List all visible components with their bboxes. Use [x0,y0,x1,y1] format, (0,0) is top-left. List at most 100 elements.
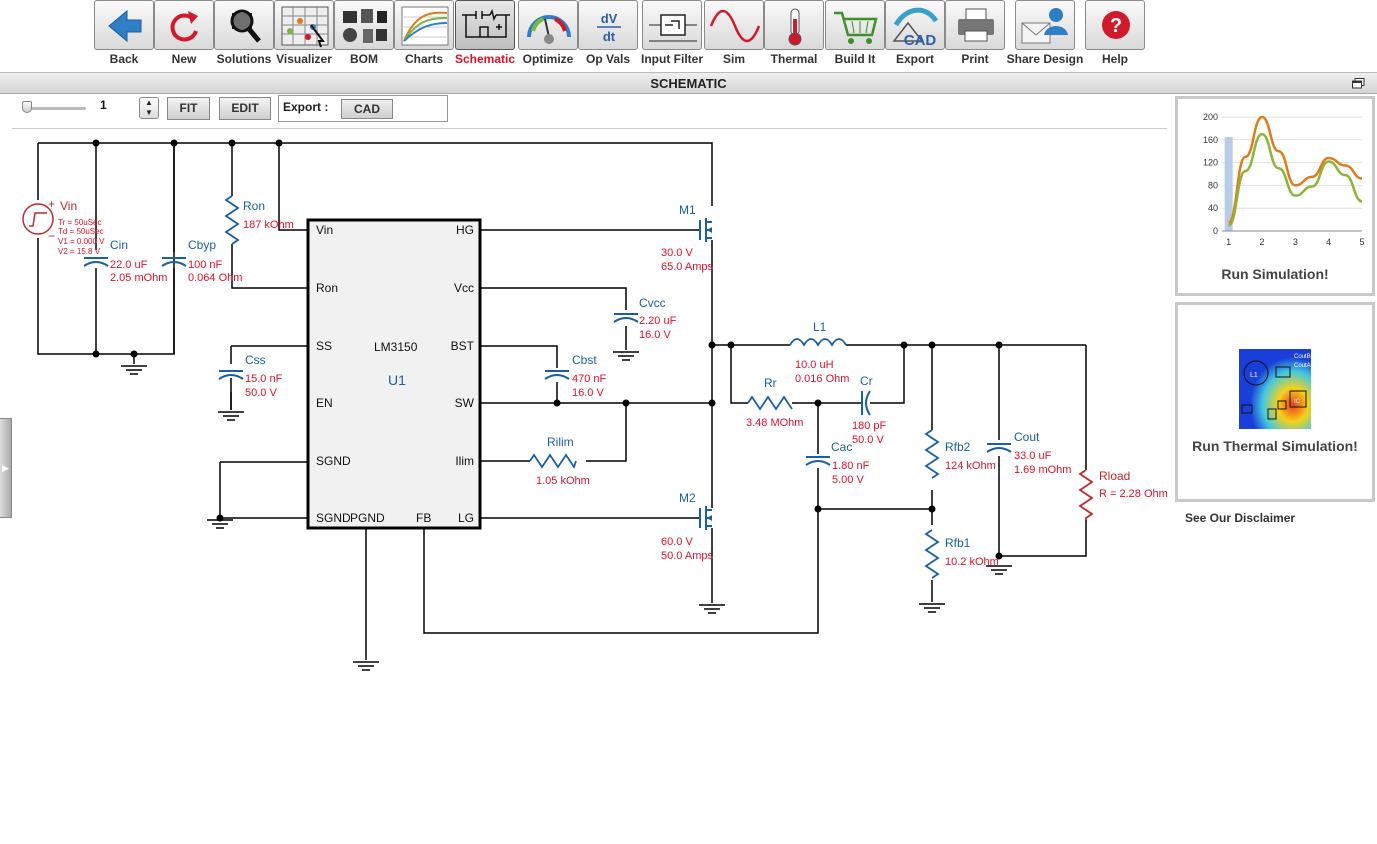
ground-icon [217,411,245,421]
ground-icon [120,365,148,375]
disclaimer-link[interactable]: See Our Disclaimer [1185,511,1295,525]
l1-value: 0.016 Ohm [795,373,849,385]
rload-resistor[interactable] [1078,469,1094,520]
schematic-controls: 1 ▲ ▼ FIT EDIT Export : CAD [0,94,1170,130]
run-thermal-title: Run Thermal Simulation! [1192,438,1358,454]
components-icon [343,9,387,43]
css-value: 50.0 V [245,387,277,399]
cbst-name: Cbst [572,353,597,367]
pin-sw: SW [455,396,475,410]
zoom-slider-thumb[interactable] [22,101,32,113]
pin-sgnd: SGND [316,454,351,468]
x-tick-label: 4 [1326,237,1331,247]
stepper-down-icon[interactable]: ▼ [140,108,158,118]
divider [12,128,1167,129]
schematic-icon [462,8,510,38]
pin-hg: HG [456,223,474,237]
rfb2-name: Rfb2 [945,440,971,454]
vin-param: Td = 50uSec [58,227,104,236]
ron-value: 187 kOhm [243,219,294,231]
pin-lg: LG [458,511,474,525]
x-tick-label: 1 [1226,237,1231,247]
vin-param: Tr = 50uSec [58,218,102,227]
stepper-up-icon[interactable]: ▲ [140,98,158,108]
vin-source[interactable]: + − Vin Tr = 50uSec Td = 50uSec V1 = 0.0… [22,197,105,256]
vin-param: V1 = 0.000 V [58,237,105,246]
rr-value: 3.48 MOhm [746,417,803,429]
cac-name: Cac [831,440,852,454]
refresh-icon [170,11,198,42]
svg-text:CoutB: CoutB [1294,354,1311,360]
m1-value: 30.0 V [661,247,693,259]
share-icon [1021,8,1068,44]
run-thermal-panel[interactable]: L1 CoutB CoutA IC Run Thermal Simulation… [1175,302,1375,502]
svg-text:CAD: CAD [904,32,937,49]
pin-ss: SS [316,339,332,353]
side-panel-toggle[interactable]: ▶ [0,418,12,518]
page-title: SCHEMATIC [650,76,727,91]
cbyp-value: 0.064 Ohm [188,272,242,284]
rfb1-name: Rfb1 [945,536,971,550]
cout-value: 33.0 uF [1014,450,1052,462]
ground-icon [918,603,946,613]
filter-icon [649,14,697,42]
l1-name: L1 [813,320,827,334]
print-label: Print [961,52,989,66]
m2-value: 60.0 V [661,536,693,548]
pin-pgnd: PGND [350,511,385,525]
cart-icon [834,11,878,44]
cad-export-icon: CAD [892,7,939,49]
cin-name: Cin [110,238,128,252]
ground-icon [612,351,640,361]
l1-value: 10.0 uH [795,359,834,371]
ic-lm3150[interactable]: Vin Ron SS EN SGND SGND PGND FB HG Vcc B… [306,218,482,530]
share-design-label: Share Design [1006,52,1084,66]
vin-plus: + [48,197,55,211]
rload-value: R = 2.28 Ohm [1099,488,1168,500]
title-bar: SCHEMATIC [0,72,1377,94]
thermometer-icon [788,8,802,46]
ron-name: Ron [243,199,265,213]
component-values: 22.0 uF 2.05 mOhm 100 nF 0.064 Ohm 187 k… [110,219,1168,568]
restore-window-icon[interactable] [1352,78,1365,89]
x-tick-label: 2 [1259,237,1264,247]
gauge-icon [527,15,571,44]
export-cad-button[interactable]: CAD [341,99,393,119]
svg-text:dV: dV [601,11,618,26]
zoom-value: 1 [100,98,107,112]
edit-button[interactable]: EDIT [219,97,271,120]
pin-fb: FB [416,511,431,525]
run-simulation-panel[interactable]: 0 40 80 120 160 200 1 2 3 4 5 Run Simulation! [1175,96,1375,296]
ic-ref: U1 [388,372,406,388]
rfb1-value: 10.2 kOhm [945,556,999,568]
svg-text:CoutA: CoutA [1294,363,1311,369]
cbst-value: 16.0 V [572,387,604,399]
thermal-map-image: L1 CoutB CoutA IC [1239,349,1311,429]
toolbar: Back New Solutions Visualizer BOM Charts… [0,0,1377,72]
rilim-value: 1.05 kOhm [536,475,590,487]
y-tick-label: 200 [1203,112,1218,122]
zoom-stepper[interactable]: ▲ ▼ [139,97,159,119]
ground-icon [698,604,726,614]
rilim-name: Rilim [547,435,574,449]
vin-label: Vin [60,199,77,213]
cac-value: 1.80 nF [832,460,870,472]
inductor-l1[interactable] [789,338,847,347]
fit-button[interactable]: FIT [167,97,210,120]
simulation-preview-chart: 0 40 80 120 160 200 1 2 3 4 5 [1203,112,1365,247]
rload-name: Rload [1099,469,1130,483]
rfb2-value: 124 kOhm [945,460,996,472]
y-tick-label: 80 [1208,180,1218,190]
schematic-canvas[interactable]: Vin Ron SS EN SGND SGND PGND FB HG Vcc B… [0,130,1170,839]
m2-value: 50.0 Amps [661,550,713,562]
help-label: Help [1101,52,1128,66]
cr-name: Cr [860,374,873,388]
m1-name: M1 [679,203,696,217]
y-tick-label: 160 [1203,135,1218,145]
printer-icon [958,8,994,42]
ic-part-number: LM3150 [374,340,418,354]
css-value: 15.0 nF [245,373,283,385]
run-simulation-title: Run Simulation! [1221,266,1329,282]
pin-ilim: Ilim [455,454,474,468]
cvcc-name: Cvcc [639,296,666,310]
